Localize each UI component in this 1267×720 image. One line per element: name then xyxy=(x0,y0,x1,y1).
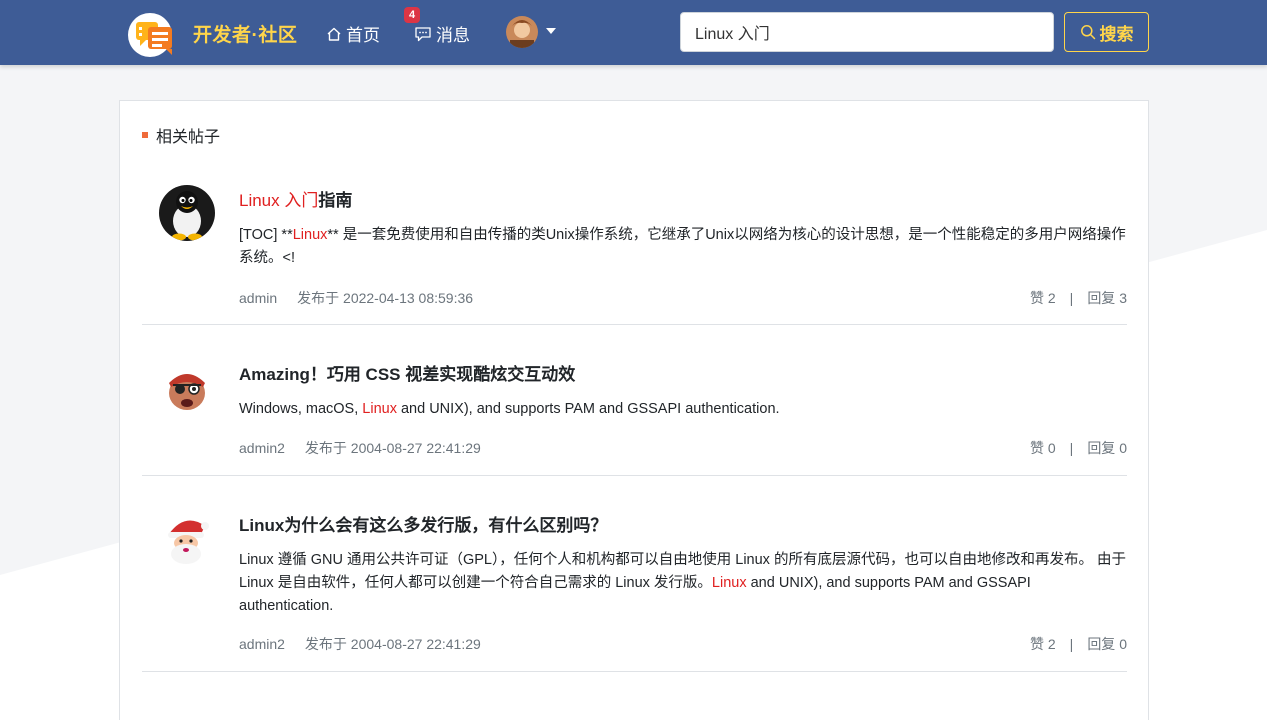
post-title-link[interactable]: Amazing！巧用 CSS 视差实现酷炫交互动效 xyxy=(239,360,575,385)
user-avatar[interactable] xyxy=(506,16,538,48)
post-summary-highlight: Linux xyxy=(362,401,397,417)
post-summary: Linux 遵循 GNU 通用公共许可证（GPL），任何个人和机构都可以自由地使… xyxy=(239,549,1127,618)
nav-messages-link[interactable]: 消息 xyxy=(414,21,470,46)
post-author-avatar[interactable] xyxy=(159,361,215,417)
search-button-label: 搜索 xyxy=(1099,24,1134,44)
post-title-text: 指南 xyxy=(318,191,353,210)
user-menu-caret-icon[interactable] xyxy=(546,28,556,34)
post-author-link[interactable]: admin2 xyxy=(239,440,285,456)
post-summary-text-rest: and UNIX), and supports PAM and GSSAPI a… xyxy=(396,401,780,417)
post-published-time: 发布于 2022-04-13 08:59:36 xyxy=(297,290,474,306)
post-likes: 赞 2 xyxy=(1029,290,1056,306)
brand-name[interactable]: 开发者·社区 xyxy=(193,20,297,47)
search-input[interactable] xyxy=(680,12,1054,52)
post-summary-text-rest: ** 是一套免费使用和自由传播的类Unix操作系统，它继承了Unix以网络为核心… xyxy=(239,227,1126,266)
post-summary: Windows, macOS, Linux and UNIX), and sup… xyxy=(239,398,1127,421)
chat-bubble-icon xyxy=(415,26,431,41)
stats-separator: | xyxy=(1069,290,1074,306)
post-likes: 赞 2 xyxy=(1029,636,1056,652)
search-button[interactable]: 搜索 xyxy=(1064,12,1149,52)
section-title: 相关帖子 xyxy=(156,129,221,146)
stats-separator: | xyxy=(1069,440,1074,456)
user-avatar-icon xyxy=(506,16,538,48)
search-results-panel: 相关帖子 Linux 入门指南 [TOC] **Linux** 是一套免费使用和… xyxy=(119,100,1149,720)
section-marker xyxy=(142,132,148,138)
post-stats: 赞 2 | 回复 0 xyxy=(1030,634,1127,654)
post-summary-text: [TOC] ** xyxy=(239,227,293,243)
post-meta: admin2 发布于 2004-08-27 22:41:29 xyxy=(239,634,481,654)
post-item: Amazing！巧用 CSS 视差实现酷炫交互动效 Windows, macOS… xyxy=(142,325,1127,476)
post-summary-highlight: Linux xyxy=(711,575,747,591)
post-likes: 赞 0 xyxy=(1029,440,1056,456)
post-item: Linux 入门指南 [TOC] **Linux** 是一套免费使用和自由传播的… xyxy=(142,161,1127,325)
post-summary-text: Windows, macOS, xyxy=(239,401,363,417)
post-replies: 回复 3 xyxy=(1087,290,1127,306)
santa-avatar-icon xyxy=(159,510,215,566)
home-icon xyxy=(327,27,341,41)
post-item: Linux为什么会有这么多发行版，有什么区别吗？ Linux 遵循 GNU 通用… xyxy=(142,476,1127,672)
nav-messages-label: 消息 xyxy=(436,26,470,45)
post-title-link[interactable]: Linux为什么会有这么多发行版，有什么区别吗？ xyxy=(239,511,607,536)
post-summary: [TOC] **Linux** 是一套免费使用和自由传播的类Unix操作系统，它… xyxy=(239,224,1127,270)
post-summary-highlight: Linux xyxy=(292,227,328,243)
post-replies: 回复 0 xyxy=(1087,636,1127,652)
post-author-link[interactable]: admin2 xyxy=(239,636,285,652)
post-stats: 赞 2 | 回复 3 xyxy=(1030,288,1127,308)
nav-home-link[interactable]: 首页 xyxy=(326,21,380,46)
post-author-avatar[interactable] xyxy=(159,185,215,241)
post-author-link[interactable]: admin xyxy=(239,290,277,306)
penguin-avatar-icon xyxy=(159,185,215,241)
top-navbar: 开发者·社区 首页 4 消息 搜索 xyxy=(0,0,1267,65)
post-title-link[interactable]: Linux 入门指南 xyxy=(239,186,352,211)
pirate-avatar-icon xyxy=(159,361,215,417)
post-author-avatar[interactable] xyxy=(159,510,215,566)
post-title-highlight: Linux 入门 xyxy=(239,191,319,210)
stats-separator: | xyxy=(1069,636,1074,652)
post-meta: admin2 发布于 2004-08-27 22:41:29 xyxy=(239,438,481,458)
nav-home-label: 首页 xyxy=(346,26,380,45)
post-published-time: 发布于 2004-08-27 22:41:29 xyxy=(304,440,481,456)
post-meta: admin 发布于 2022-04-13 08:59:36 xyxy=(239,288,473,308)
section-header: 相关帖子 xyxy=(142,123,220,147)
post-stats: 赞 0 | 回复 0 xyxy=(1030,438,1127,458)
community-logo-icon[interactable] xyxy=(128,12,184,58)
post-replies: 回复 0 xyxy=(1087,440,1127,456)
post-published-time: 发布于 2004-08-27 22:41:29 xyxy=(304,636,481,652)
search-icon xyxy=(1080,25,1095,40)
